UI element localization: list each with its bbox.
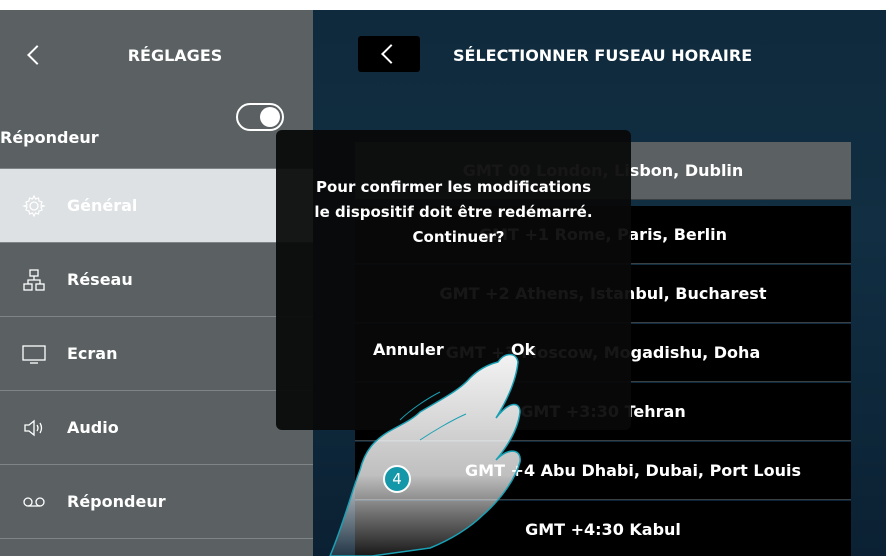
sidebar-header: RÉGLAGES [0,10,313,100]
dialog-message-line: Pour confirmer les modifications [315,178,592,196]
dialog-message-line: Continuer? [412,228,505,246]
sidebar-item-ecran[interactable]: Ecran [0,316,313,390]
step-number-badge: 4 [383,465,411,493]
device-screen: RÉGLAGES Répondeur Général Réseau Ecran … [0,0,886,556]
cancel-button[interactable]: Annuler [373,340,444,359]
confirm-dialog: Pour confirmer les modifications le disp… [276,130,631,430]
page-title: SÉLECTIONNER FUSEAU HORAIRE [453,46,753,65]
voicemail-icon [23,496,45,507]
sidebar-item-label: Audio [67,418,119,437]
timezone-item[interactable]: GMT +4 Abu Dhabi, Dubai, Port Louis [355,442,851,500]
dialog-message: Pour confirmer les modifications le disp… [276,175,631,250]
sidebar-item-repondeur[interactable]: Répondeur [0,464,313,538]
sidebar-item-label: Général [67,196,138,215]
speaker-icon [24,419,43,436]
sidebar-item-audio[interactable]: Audio [0,390,313,464]
network-icon [23,268,45,291]
timezone-label: GMT +4:30 Kabul [525,520,681,539]
ok-button[interactable]: Ok [511,340,535,359]
sidebar-item-label: Réseau [67,270,133,289]
sidebar-title: RÉGLAGES [127,46,223,65]
sidebar-item-label: Répondeur [67,492,166,511]
sidebar-item-general[interactable]: Général [0,168,313,242]
toggle-knob [260,107,280,127]
sidebar-item-label: Ecran [67,344,118,363]
repondeur-toggle[interactable] [236,103,284,131]
timezone-label: GMT +4 Abu Dhabi, Dubai, Port Louis [465,461,801,480]
sidebar-item-partial [0,538,313,556]
toggle-row-label: Répondeur [0,127,99,147]
gear-icon [22,194,46,217]
settings-sidebar: RÉGLAGES Répondeur Général Réseau Ecran … [0,10,313,556]
back-chevron-icon [381,44,401,64]
monitor-icon [22,344,46,364]
sidebar-item-reseau[interactable]: Réseau [0,242,313,316]
timezone-item[interactable]: GMT +4:30 Kabul [355,501,851,556]
back-button[interactable] [358,36,420,72]
dialog-message-line: le dispositif doit être redémarré. [314,203,593,221]
back-chevron-icon[interactable] [27,45,47,65]
